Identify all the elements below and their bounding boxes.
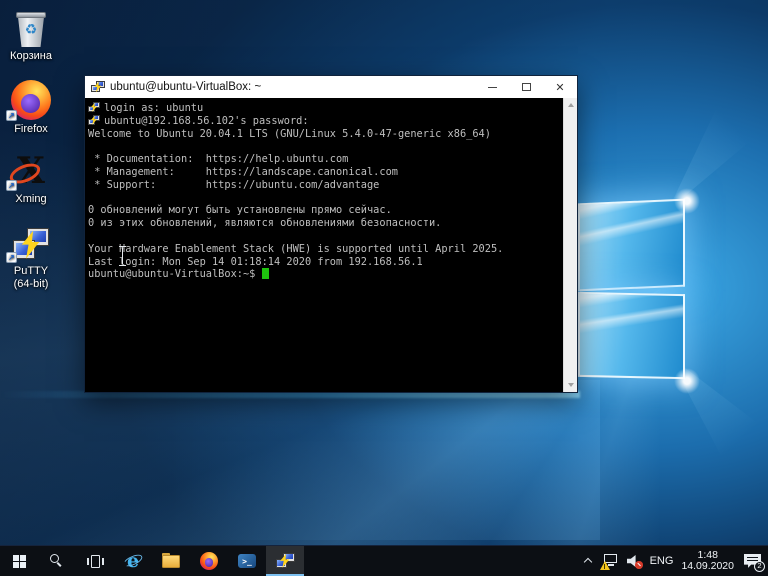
firefox-icon bbox=[11, 80, 51, 120]
terminal-prompt-line: ubuntu@ubuntu-VirtualBox:~$ bbox=[88, 268, 561, 281]
desktop-icon-sublabel: (64-bit) bbox=[2, 278, 60, 291]
recycle-symbol-icon: ♻ bbox=[15, 22, 47, 36]
desktop-icon-label: PuTTY bbox=[2, 265, 60, 278]
terminal-line: login as: ubuntu bbox=[88, 102, 561, 115]
firefox-icon bbox=[200, 552, 218, 570]
terminal-line: * Management: https://landscape.canonica… bbox=[88, 166, 561, 179]
search-button[interactable] bbox=[38, 546, 76, 576]
internet-explorer-button[interactable]: e bbox=[114, 546, 152, 576]
shortcut-arrow-icon: ↗ bbox=[6, 252, 17, 263]
shortcut-arrow-icon: ↗ bbox=[6, 110, 17, 121]
scroll-down-button[interactable] bbox=[564, 378, 577, 392]
terminal-scrollbar[interactable] bbox=[563, 98, 577, 392]
terminal-line: 0 из этих обновлений, являются обновлени… bbox=[88, 217, 561, 230]
terminal-line: Welcome to Ubuntu 20.04.1 LTS (GNU/Linux… bbox=[88, 128, 561, 141]
terminal-line bbox=[88, 192, 561, 205]
desktop-icon-label: Xming bbox=[2, 193, 60, 206]
terminal-line bbox=[88, 230, 561, 243]
terminal-line: ubuntu@192.168.56.102's password: bbox=[88, 115, 561, 128]
terminal-cursor bbox=[262, 268, 269, 279]
network-warning-icon bbox=[602, 554, 619, 568]
putty-icon bbox=[88, 102, 100, 113]
windows-logo-pane-bottom bbox=[578, 292, 685, 379]
terminal-line bbox=[88, 140, 561, 153]
light-ray-left bbox=[0, 380, 600, 540]
desktop-icon-putty[interactable]: ↗ PuTTY (64-bit) bbox=[2, 222, 60, 291]
maximize-icon bbox=[522, 83, 531, 91]
recycle-bin-icon: ♻ bbox=[15, 11, 47, 47]
windows-logo-icon bbox=[13, 555, 26, 568]
close-button[interactable]: ✕ bbox=[543, 76, 577, 98]
terminal-line: * Documentation: https://help.ubuntu.com bbox=[88, 153, 561, 166]
logo-glint-bottom bbox=[674, 368, 700, 394]
putty-taskbar-button[interactable] bbox=[266, 546, 304, 576]
file-explorer-button[interactable] bbox=[152, 546, 190, 576]
window-titlebar[interactable]: ubuntu@ubuntu-VirtualBox: ~ ✕ bbox=[85, 76, 577, 98]
desktop-icon-label: Firefox bbox=[2, 123, 60, 136]
putty-icon bbox=[91, 81, 105, 94]
desktop-icon-label: Корзина bbox=[2, 50, 60, 63]
language-indicator[interactable]: ENG bbox=[650, 555, 674, 567]
desktop-icon-xming[interactable]: X ↗ Xming bbox=[2, 150, 60, 206]
firefox-button[interactable] bbox=[190, 546, 228, 576]
hidden-icons-button[interactable] bbox=[584, 556, 594, 566]
action-center-icon: 2 bbox=[744, 554, 761, 569]
system-tray: ENG 1:48 14.09.2020 2 bbox=[584, 546, 768, 576]
terminal-line: 0 обновлений могут быть установлены прям… bbox=[88, 204, 561, 217]
start-button[interactable] bbox=[0, 546, 38, 576]
putty-icon bbox=[88, 115, 100, 126]
task-view-button[interactable] bbox=[76, 546, 114, 576]
minimize-button[interactable] bbox=[475, 76, 509, 98]
chevron-up-icon bbox=[584, 556, 594, 566]
putty-icon bbox=[13, 228, 49, 262]
internet-explorer-icon: e bbox=[123, 551, 143, 571]
clock-date: 14.09.2020 bbox=[681, 561, 734, 573]
arrow-up-icon bbox=[568, 103, 574, 107]
task-view-icon bbox=[87, 555, 104, 568]
search-icon bbox=[50, 554, 64, 568]
volume-muted-icon bbox=[627, 555, 642, 568]
action-center-button[interactable]: 2 bbox=[742, 554, 761, 569]
windows-logo-pane-top bbox=[578, 199, 685, 292]
powershell-icon: >_ bbox=[238, 554, 256, 568]
scroll-up-button[interactable] bbox=[564, 98, 577, 112]
terminal-line: Last login: Mon Sep 14 01:18:14 2020 fro… bbox=[88, 256, 561, 269]
putty-window: ubuntu@ubuntu-VirtualBox: ~ ✕ login as: … bbox=[84, 75, 578, 393]
window-title: ubuntu@ubuntu-VirtualBox: ~ bbox=[110, 81, 475, 93]
minimize-icon bbox=[488, 87, 497, 88]
terminal-line: * Support: https://ubuntu.com/advantage bbox=[88, 179, 561, 192]
volume-button[interactable] bbox=[627, 555, 642, 568]
folder-icon bbox=[162, 555, 180, 568]
powershell-button[interactable]: >_ bbox=[228, 546, 266, 576]
shortcut-arrow-icon: ↗ bbox=[6, 180, 17, 191]
network-status-button[interactable] bbox=[602, 554, 619, 568]
maximize-button[interactable] bbox=[509, 76, 543, 98]
taskbar: e >_ ENG 1:48 bbox=[0, 545, 768, 576]
desktop-icon-recycle-bin[interactable]: ♻ Корзина bbox=[2, 7, 60, 63]
terminal-line: Your Hardware Enablement Stack (HWE) is … bbox=[88, 243, 561, 256]
close-icon: ✕ bbox=[555, 82, 564, 93]
desktop-icon-firefox[interactable]: ↗ Firefox bbox=[2, 80, 60, 136]
terminal-area[interactable]: login as: ubuntu ubuntu@192.168.56.102's… bbox=[85, 98, 563, 392]
clock[interactable]: 1:48 14.09.2020 bbox=[681, 550, 734, 573]
arrow-down-icon bbox=[568, 383, 574, 387]
taskbar-empty-area bbox=[304, 546, 584, 576]
putty-icon bbox=[276, 553, 295, 570]
logo-glint-top bbox=[674, 188, 700, 214]
notification-badge: 2 bbox=[754, 561, 765, 572]
